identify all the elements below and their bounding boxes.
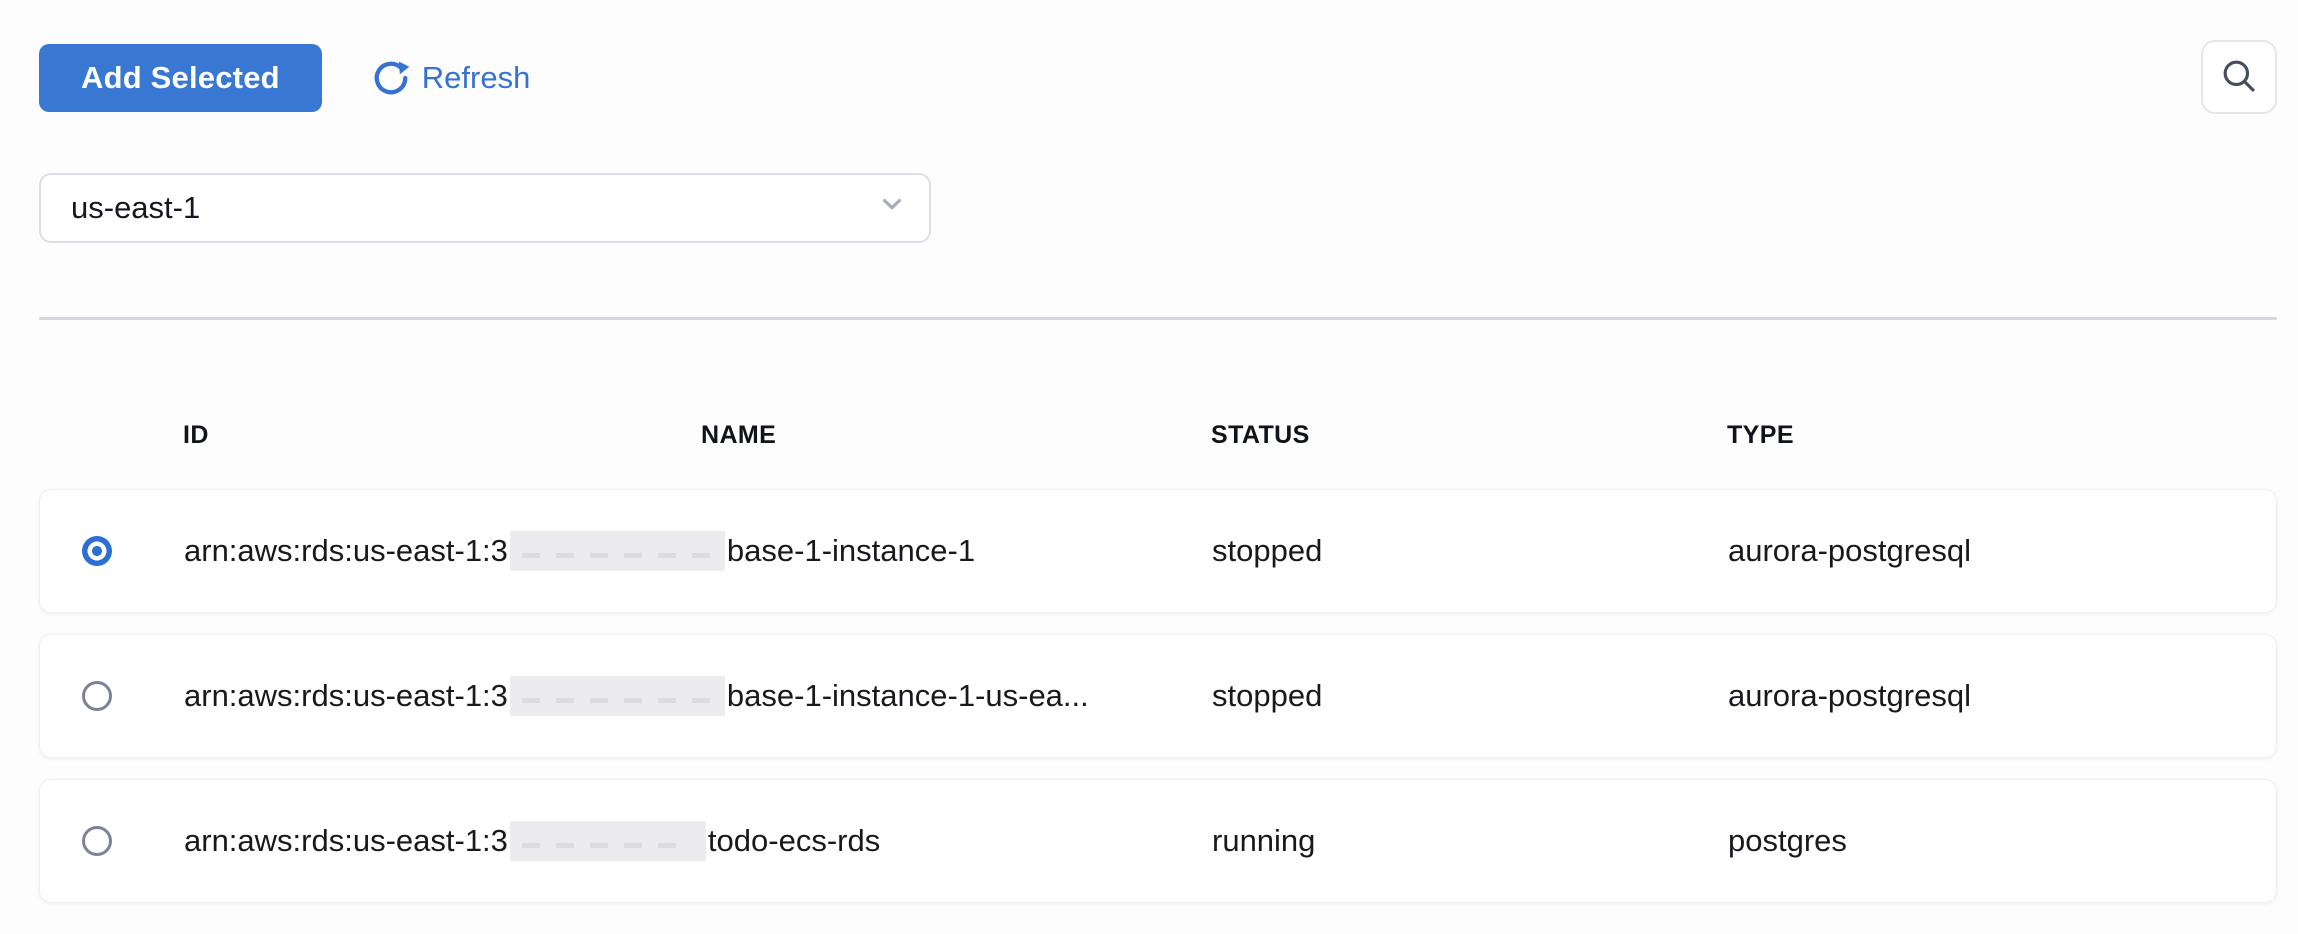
column-header-type: TYPE xyxy=(1727,420,2277,450)
instance-status: stopped xyxy=(1212,678,1728,714)
instance-row[interactable]: arn:aws:rds:us-east-1:3 base-1-instance-… xyxy=(39,489,2277,613)
instance-id-cell: arn:aws:rds:us-east-1:3 base-1-instance-… xyxy=(184,531,1212,571)
radio-cell xyxy=(40,536,184,566)
redaction-box xyxy=(510,821,706,861)
row-radio[interactable] xyxy=(82,826,112,856)
search-icon xyxy=(2219,56,2259,99)
refresh-button[interactable]: Refresh xyxy=(372,59,531,97)
header-spacer xyxy=(39,420,183,450)
row-radio[interactable] xyxy=(82,536,112,566)
radio-cell xyxy=(40,826,184,856)
instance-name: base-1-instance-1 xyxy=(727,533,975,569)
instance-arn-prefix: arn:aws:rds:us-east-1:3 xyxy=(184,533,508,569)
chevron-down-icon xyxy=(877,189,907,227)
instance-status: running xyxy=(1212,823,1728,859)
instance-id-cell: arn:aws:rds:us-east-1:3 base-1-instance-… xyxy=(184,676,1212,716)
instance-list: arn:aws:rds:us-east-1:3 base-1-instance-… xyxy=(39,489,2277,903)
instance-row[interactable]: arn:aws:rds:us-east-1:3 base-1-instance-… xyxy=(39,634,2277,758)
search-button[interactable] xyxy=(2201,40,2277,114)
instance-arn-prefix: arn:aws:rds:us-east-1:3 xyxy=(184,678,508,714)
rds-instance-picker: Add Selected Refresh us-east-1 xyxy=(0,0,2298,934)
instance-row[interactable]: arn:aws:rds:us-east-1:3 todo-ecs-rds run… xyxy=(39,779,2277,903)
refresh-icon xyxy=(372,59,410,97)
instance-id-cell: arn:aws:rds:us-east-1:3 todo-ecs-rds xyxy=(184,821,1212,861)
region-dropdown[interactable]: us-east-1 xyxy=(39,173,931,243)
add-selected-button[interactable]: Add Selected xyxy=(39,44,322,112)
instance-type: aurora-postgresql xyxy=(1728,533,2276,569)
radio-cell xyxy=(40,681,184,711)
instance-name: todo-ecs-rds xyxy=(708,823,880,859)
instance-type: aurora-postgresql xyxy=(1728,678,2276,714)
redaction-box xyxy=(510,531,725,571)
instance-type: postgres xyxy=(1728,823,2276,859)
region-dropdown-value: us-east-1 xyxy=(71,190,200,226)
instance-status: stopped xyxy=(1212,533,1728,569)
column-header-id: ID xyxy=(183,420,701,450)
redaction-box xyxy=(510,676,725,716)
row-radio[interactable] xyxy=(82,681,112,711)
toolbar: Add Selected Refresh xyxy=(39,42,2277,114)
table-header: ID NAME STATUS TYPE xyxy=(39,420,2277,450)
instance-name: base-1-instance-1-us-ea... xyxy=(727,678,1089,714)
column-header-status: STATUS xyxy=(1211,420,1727,450)
section-divider xyxy=(39,317,2277,320)
instance-arn-prefix: arn:aws:rds:us-east-1:3 xyxy=(184,823,508,859)
refresh-label: Refresh xyxy=(422,60,531,96)
column-header-name: NAME xyxy=(701,420,1211,450)
